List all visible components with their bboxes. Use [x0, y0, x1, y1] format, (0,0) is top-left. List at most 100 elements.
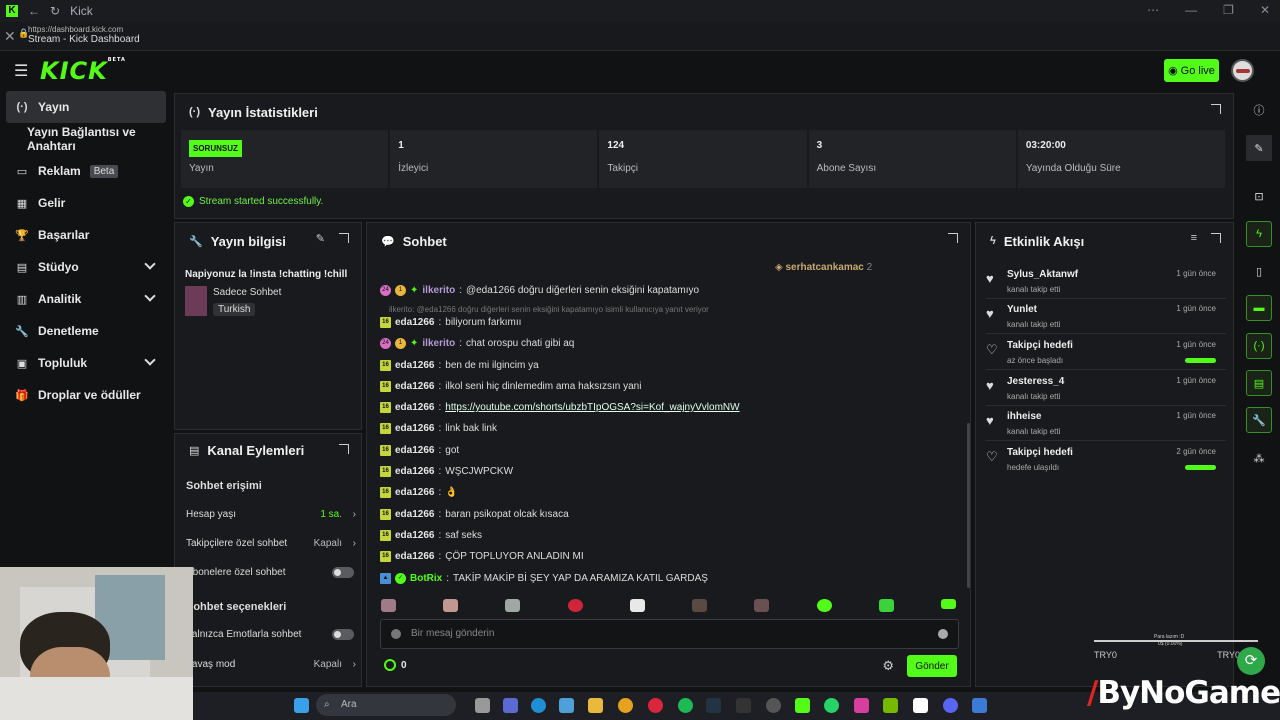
settings-gear-icon[interactable]: ⚙	[882, 658, 894, 674]
chat-scrollbar[interactable]	[967, 423, 970, 588]
steam-icon[interactable]	[706, 698, 721, 713]
app-icon[interactable]	[972, 698, 987, 713]
followers-only-row[interactable]: Takipçilere özel sohbet Kapalı ›	[186, 538, 356, 558]
sidebar-item-denetleme[interactable]: 🔧 Denetleme	[0, 315, 172, 347]
activity-event[interactable]: ♥ ihheise kanalı takip etti 1 gün önce	[986, 407, 1226, 441]
chat-message[interactable]: 16 eda1266: saf seks	[380, 530, 482, 541]
activity-event[interactable]: ♡ Takipçi hedefi hedefe ulaşıldı 2 gün önce	[986, 443, 1226, 477]
broadcast-icon[interactable]: (·)	[1246, 333, 1272, 359]
focus-icon[interactable]: ⊡	[1246, 183, 1272, 209]
activity-event[interactable]: ♥ Yunlet kanalı takip etti 1 gün önce	[986, 300, 1226, 334]
subs-only-toggle[interactable]	[332, 567, 354, 578]
close-icon[interactable]: ✕	[4, 28, 16, 45]
windows-start-icon[interactable]	[294, 698, 309, 713]
edge-icon[interactable]	[531, 698, 546, 713]
points-icon[interactable]	[384, 659, 396, 671]
sidebar-item-gelir[interactable]: ▦ Gelir	[0, 187, 172, 219]
chat-message[interactable]: ▲ ✓ BotRix: TAKİP MAKİP Bİ ŞEY YAP DA ARAM…	[380, 573, 708, 584]
chat-message[interactable]: 16 eda1266: got	[380, 445, 459, 456]
actions-icon[interactable]: ▤	[1246, 370, 1272, 396]
document-icon[interactable]: ▯	[1246, 258, 1272, 284]
app-icon[interactable]	[503, 698, 518, 713]
emote-only-row[interactable]: Yalnızca Emotlarla sohbet	[186, 629, 356, 649]
sidebar-item-yayin[interactable]: (·) Yayın	[6, 91, 166, 123]
store-icon[interactable]	[559, 698, 574, 713]
emote-only-toggle[interactable]	[332, 629, 354, 640]
kick-logo[interactable]: KICKBETA	[40, 57, 126, 85]
activity-event[interactable]: ♡ Takipçi hedefi az önce başladı 1 gün önce	[986, 336, 1226, 370]
spotify-icon[interactable]	[678, 698, 693, 713]
emote-icon[interactable]	[816, 599, 832, 612]
chat-message[interactable]: 24 1 ✦ ilkerito: chat orospu chati gibi aq	[380, 338, 574, 349]
popout-icon[interactable]	[339, 444, 349, 454]
wrench-icon[interactable]: 🔧	[1246, 407, 1272, 433]
chat-message[interactable]: 16 eda1266: WŞCJWPCKW	[380, 466, 513, 477]
chat-message[interactable]: 16 eda1266: baran psikopat olcak kısaca	[380, 509, 569, 520]
go-live-button[interactable]: ◉ Go live	[1164, 59, 1219, 82]
chat-message[interactable]: 16 eda1266: biliyorum farkımıı	[380, 317, 521, 328]
chat-input[interactable]: Bir mesaj gönderin	[380, 619, 959, 649]
task-view-icon[interactable]	[475, 698, 490, 713]
sidebar-item-topluluk[interactable]: ▣ Topluluk	[0, 347, 172, 379]
filter-icon[interactable]: ≡	[1191, 232, 1197, 244]
obs-icon[interactable]	[766, 698, 781, 713]
pinned-user[interactable]: ◈ serhatcankamac 2	[775, 262, 872, 273]
chat-message[interactable]: 16 eda1266: ilkol seni hiç dinlemedim ama…	[380, 381, 641, 392]
activity-event[interactable]: ♥ Jesteress_4 kanalı takip etti 1 gün önce	[986, 372, 1226, 406]
sidebar-item-studyo[interactable]: ▤ Stüdyo	[0, 251, 172, 283]
sidebar-item-analitik[interactable]: ▥ Analitik	[0, 283, 172, 315]
reload-icon[interactable]: ↻	[50, 4, 60, 18]
chat-message[interactable]: 16 eda1266: ÇÖP TOPLUYOR ANLADIN MI	[380, 551, 584, 562]
avatar[interactable]	[1231, 59, 1254, 82]
emote-icon[interactable]	[878, 599, 894, 612]
refresh-widget-icon[interactable]: ⟳	[1237, 647, 1265, 675]
popout-icon[interactable]	[339, 233, 349, 243]
close-window-icon[interactable]: ✕	[1260, 3, 1270, 17]
edit-icon[interactable]: ✎	[316, 232, 325, 245]
popout-icon[interactable]	[948, 233, 958, 243]
g-app-icon[interactable]	[913, 698, 928, 713]
lightning-icon[interactable]: ϟ	[1246, 221, 1272, 247]
discord-icon[interactable]	[943, 698, 958, 713]
sidebar-item-droplar[interactable]: 🎁 Droplar ve ödüller	[0, 379, 172, 411]
chat-message[interactable]: 16 eda1266: ben de mi ilgincim ya	[380, 360, 539, 371]
epic-icon[interactable]	[736, 698, 751, 713]
nvidia-icon[interactable]	[883, 698, 898, 713]
kick-icon[interactable]	[795, 698, 810, 713]
emote-icon[interactable]	[692, 599, 708, 612]
menu-icon[interactable]: ☰	[14, 61, 28, 81]
maximize-icon[interactable]: ❐	[1223, 3, 1234, 17]
sidebar-item-stream-key[interactable]: Yayın Bağlantısı ve Anahtarı	[0, 123, 172, 155]
chrome-icon[interactable]	[618, 698, 633, 713]
emote-icon[interactable]	[629, 599, 645, 612]
opera-icon[interactable]	[648, 698, 663, 713]
edit-icon[interactable]: ✎	[1246, 135, 1272, 161]
taskbar-search[interactable]: ⌕ Ara	[316, 694, 456, 716]
info-icon[interactable]: ⓘ	[1246, 97, 1272, 123]
send-button[interactable]: Gönder	[907, 655, 957, 677]
emote-icon[interactable]	[443, 599, 459, 612]
chat-message[interactable]: 16 eda1266: 👌	[380, 487, 458, 498]
whatsapp-icon[interactable]	[824, 698, 839, 713]
emote-icon[interactable]	[754, 599, 770, 612]
back-icon[interactable]: ←	[28, 4, 40, 18]
more-icon[interactable]: ⋯	[1147, 3, 1159, 17]
folder-icon[interactable]	[588, 698, 603, 713]
emote-icon[interactable]	[567, 599, 583, 612]
emoji-icon[interactable]	[938, 629, 948, 639]
address-bar[interactable]: ✕ 🔒 https://dashboard.kick.com Stream - …	[0, 22, 1280, 51]
sidebar-item-basarilar[interactable]: 🏆 Başarılar	[0, 219, 172, 251]
emote-icon[interactable]	[940, 599, 956, 609]
chat-message[interactable]: 24 1 ✦ ilkerito: @eda1266 doğru diğerleri s…	[380, 285, 699, 296]
subs-only-row[interactable]: Abonelere özel sohbet	[186, 567, 356, 587]
add-widget-icon[interactable]: ⁂	[1246, 445, 1272, 471]
emote-icon[interactable]	[381, 599, 396, 612]
chat-message[interactable]: 16 eda1266: https://youtube.com/shorts/ub…	[380, 402, 740, 413]
activity-event[interactable]: ♥ Sylus_Aktanwf kanalı takip etti 1 gün önc…	[986, 265, 1226, 299]
emote-icon[interactable]	[505, 599, 521, 612]
chat-message[interactable]: 16 eda1266: link bak link	[380, 423, 497, 434]
minimize-icon[interactable]: —	[1185, 3, 1197, 17]
chat-link[interactable]: https://youtube.com/shorts/ubzbTIpOGSA?s…	[445, 402, 739, 413]
popout-icon[interactable]	[1211, 233, 1221, 243]
chat-icon[interactable]: ▬	[1246, 295, 1272, 321]
